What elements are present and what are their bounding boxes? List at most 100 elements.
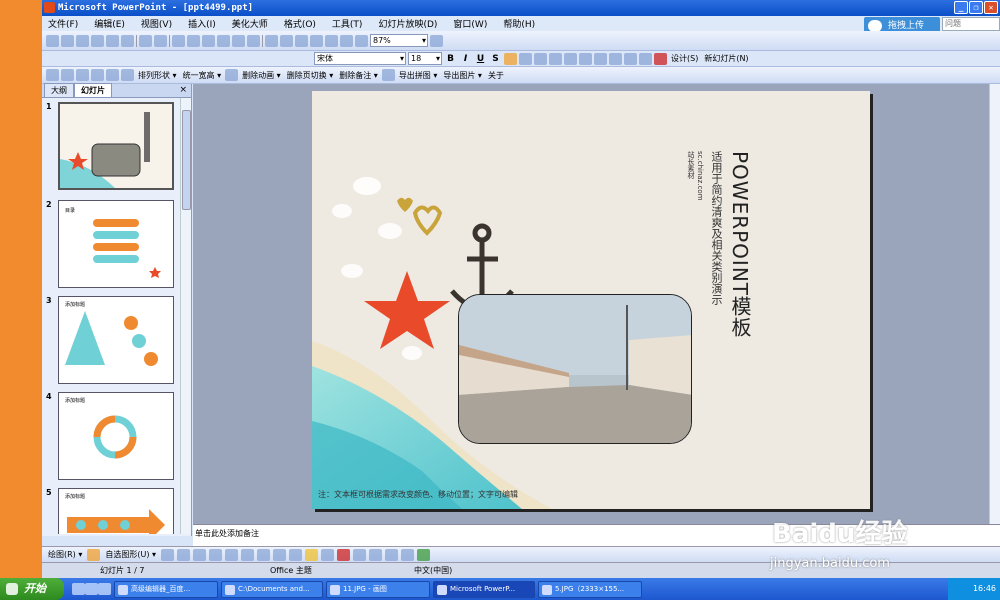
picture-icon[interactable] bbox=[289, 548, 303, 561]
save-icon[interactable] bbox=[76, 34, 89, 47]
menu-tools[interactable]: 工具(T) bbox=[330, 17, 365, 30]
print-icon[interactable] bbox=[106, 34, 119, 47]
slide-scrollbar[interactable] bbox=[989, 84, 1000, 524]
align-right-icon[interactable] bbox=[534, 52, 547, 65]
tool-icon[interactable] bbox=[225, 69, 239, 81]
tool-icon[interactable] bbox=[76, 69, 89, 81]
tool-icon[interactable] bbox=[106, 69, 119, 81]
spelling-icon[interactable] bbox=[139, 34, 152, 47]
select-icon[interactable] bbox=[87, 548, 101, 561]
slide-subtitle[interactable]: 适用于简约清爽及相关类别演示 bbox=[708, 151, 724, 305]
tables-borders-icon[interactable] bbox=[295, 34, 308, 47]
grid-icon[interactable] bbox=[340, 34, 353, 47]
ie-icon[interactable] bbox=[72, 583, 85, 595]
shadow-button[interactable]: S bbox=[489, 53, 502, 65]
fill-color-icon[interactable] bbox=[305, 548, 319, 561]
slide-title[interactable]: POWERPOINT模板 bbox=[726, 151, 755, 338]
new-icon[interactable] bbox=[46, 34, 59, 47]
dash-style-icon[interactable] bbox=[369, 548, 383, 561]
slide-thumbnail[interactable] bbox=[58, 102, 174, 190]
bullets-icon[interactable] bbox=[579, 52, 592, 65]
slide-thumbnail[interactable]: 添加标题 bbox=[58, 392, 174, 480]
start-button[interactable]: 开始 bbox=[0, 578, 64, 600]
menu-window[interactable]: 窗口(W) bbox=[451, 17, 489, 30]
quicklaunch-icon[interactable] bbox=[98, 583, 111, 595]
decrease-font-icon[interactable] bbox=[609, 52, 622, 65]
undo-icon[interactable] bbox=[232, 34, 245, 47]
export-image-button[interactable]: 导出图片 ▾ bbox=[441, 70, 484, 81]
tab-slides[interactable]: 幻灯片 bbox=[74, 83, 112, 97]
scrollbar-thumb[interactable] bbox=[182, 110, 191, 210]
underline-button[interactable]: U bbox=[474, 53, 487, 65]
menu-file[interactable]: 文件(F) bbox=[46, 17, 80, 30]
design-button[interactable]: 设计(S) bbox=[669, 53, 700, 64]
redo-icon[interactable] bbox=[247, 34, 260, 47]
tool-icon[interactable] bbox=[61, 69, 74, 81]
shadow-icon[interactable] bbox=[401, 548, 415, 561]
menu-format[interactable]: 格式(O) bbox=[282, 17, 318, 30]
rectangle-icon[interactable] bbox=[193, 548, 207, 561]
table-icon[interactable] bbox=[280, 34, 293, 47]
cut-icon[interactable] bbox=[172, 34, 185, 47]
close-icon[interactable]: × bbox=[179, 85, 187, 95]
increase-font-icon[interactable] bbox=[594, 52, 607, 65]
help-search-input[interactable]: 问题 bbox=[942, 17, 1000, 31]
expand-icon[interactable] bbox=[325, 34, 338, 47]
align-center-icon[interactable] bbox=[519, 52, 532, 65]
taskbar-item-image[interactable]: 5.JPG（2333×155... bbox=[538, 580, 642, 598]
export-collage-button[interactable]: 导出拼图 ▾ bbox=[397, 70, 440, 81]
wordart-icon[interactable] bbox=[241, 548, 255, 561]
about-button[interactable]: 关于 bbox=[486, 70, 506, 81]
system-tray-clock[interactable]: 16:46 bbox=[948, 578, 1000, 600]
3d-icon[interactable] bbox=[417, 548, 431, 561]
line-icon[interactable] bbox=[161, 548, 175, 561]
research-icon[interactable] bbox=[154, 34, 167, 47]
clipart-icon[interactable] bbox=[273, 548, 287, 561]
oval-icon[interactable] bbox=[209, 548, 223, 561]
close-button[interactable]: ✕ bbox=[984, 1, 998, 14]
font-select[interactable]: 宋体 bbox=[314, 52, 406, 65]
line-style-icon[interactable] bbox=[353, 548, 367, 561]
panel-scrollbar[interactable] bbox=[180, 98, 191, 534]
hyperlink-icon[interactable] bbox=[310, 34, 323, 47]
taskbar-item-powerpoint[interactable]: Microsoft PowerP... bbox=[433, 580, 535, 598]
slide-site[interactable]: sc.chinaz.com bbox=[696, 151, 704, 201]
tool-icon[interactable] bbox=[121, 69, 134, 81]
delete-notes-button[interactable]: 删除备注 ▾ bbox=[337, 70, 380, 81]
diagram-icon[interactable] bbox=[257, 548, 271, 561]
tab-outline[interactable]: 大纲 bbox=[44, 83, 74, 97]
slide-thumbnail[interactable]: 目录 bbox=[58, 200, 174, 288]
menu-edit[interactable]: 编辑(E) bbox=[92, 17, 127, 30]
quicklaunch-icon[interactable] bbox=[85, 583, 98, 595]
delete-animation-button[interactable]: 删除动画 ▾ bbox=[240, 70, 283, 81]
format-painter-icon[interactable] bbox=[217, 34, 230, 47]
zoom-select[interactable]: 87% bbox=[370, 34, 428, 47]
taskbar-item-explorer[interactable]: C:\Documents and... bbox=[221, 580, 323, 598]
help-icon[interactable] bbox=[430, 34, 443, 47]
distributed-icon[interactable] bbox=[549, 52, 562, 65]
slide-thumbnail[interactable]: 添加标题 bbox=[58, 488, 174, 534]
menu-slideshow[interactable]: 幻灯片放映(D) bbox=[376, 17, 439, 30]
color-grayscale-icon[interactable] bbox=[355, 34, 368, 47]
line-color-icon[interactable] bbox=[321, 548, 335, 561]
slide-thumbnail[interactable]: 添加标题 bbox=[58, 296, 174, 384]
copy-icon[interactable] bbox=[187, 34, 200, 47]
arrow-style-icon[interactable] bbox=[385, 548, 399, 561]
slide-photo[interactable] bbox=[458, 294, 692, 444]
paste-icon[interactable] bbox=[202, 34, 215, 47]
tool-icon[interactable] bbox=[91, 69, 104, 81]
autoshapes-menu[interactable]: 自选图形(U) ▾ bbox=[103, 549, 158, 560]
uniform-size-button[interactable]: 统一宽高 ▾ bbox=[181, 70, 224, 81]
slide-credit[interactable]: 站长素材 bbox=[686, 151, 696, 179]
font-color-icon[interactable] bbox=[337, 548, 351, 561]
delete-transition-button[interactable]: 删除页切换 ▾ bbox=[285, 70, 336, 81]
restore-button[interactable]: ❐ bbox=[969, 1, 983, 14]
align-left-icon[interactable] bbox=[504, 52, 517, 65]
current-slide[interactable]: POWERPOINT模板 适用于简约清爽及相关类别演示 sc.chinaz.co… bbox=[312, 91, 870, 509]
tool-icon[interactable] bbox=[381, 69, 395, 81]
menu-help[interactable]: 帮助(H) bbox=[501, 17, 537, 30]
numbering-icon[interactable] bbox=[564, 52, 577, 65]
italic-button[interactable]: I bbox=[459, 53, 472, 65]
menu-beautify[interactable]: 美化大师 bbox=[230, 17, 270, 30]
open-icon[interactable] bbox=[61, 34, 74, 47]
